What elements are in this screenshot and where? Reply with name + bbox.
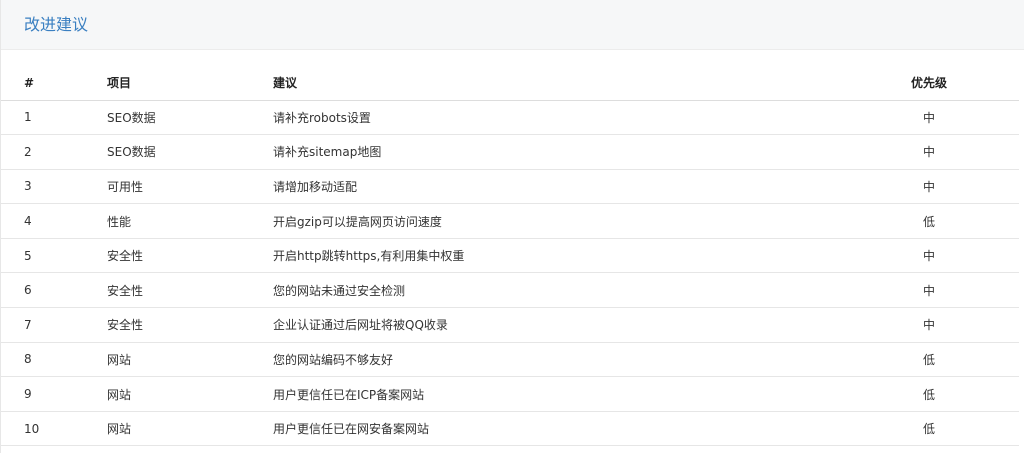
row-item: 网站 [107, 352, 132, 367]
header-priority: 优先级 [843, 66, 1019, 101]
row-num: 5 [24, 248, 32, 263]
row-priority: 低 [923, 352, 936, 367]
row-item: 安全性 [107, 249, 144, 264]
table-header-row: # 项目 建议 优先级 [1, 66, 1019, 101]
suggestions-panel: 改进建议 # 项目 建议 优先级 1 SEO数据 请补充robots设置 中 2… [0, 0, 1024, 453]
header-suggestion: 建议 [273, 66, 843, 101]
row-priority: 中 [923, 110, 936, 125]
table-row: 6 安全性 您的网站未通过安全检测 中 [1, 273, 1019, 308]
row-num: 3 [24, 179, 32, 194]
row-suggestion: 请增加移动适配 [273, 179, 358, 194]
row-num: 2 [24, 144, 32, 159]
row-priority: 低 [923, 422, 936, 437]
row-suggestion: 企业认证通过后网址将被QQ收录 [273, 318, 448, 333]
row-priority: 中 [923, 179, 936, 194]
row-priority: 中 [923, 145, 936, 160]
row-item: 网站 [107, 387, 132, 402]
row-priority: 中 [923, 318, 936, 333]
row-item: 性能 [107, 214, 132, 229]
table-row: 5 安全性 开启http跳转https,有利用集中权重 中 [1, 238, 1019, 273]
row-num: 9 [24, 387, 32, 402]
row-suggestion: 请补充sitemap地图 [273, 145, 382, 160]
header-num: # [1, 66, 107, 101]
panel-heading: 改进建议 [1, 0, 1024, 50]
table-row: 3 可用性 请增加移动适配 中 [1, 169, 1019, 204]
header-item: 项目 [107, 66, 273, 101]
row-item: 可用性 [107, 179, 144, 194]
row-priority: 中 [923, 283, 936, 298]
row-priority: 低 [923, 214, 936, 229]
row-num: 1 [24, 110, 32, 125]
row-item: SEO数据 [107, 145, 156, 160]
row-priority: 低 [923, 387, 936, 402]
row-suggestion: 请补充robots设置 [273, 110, 371, 125]
panel-title: 改进建议 [24, 14, 89, 34]
suggestions-table: # 项目 建议 优先级 1 SEO数据 请补充robots设置 中 2 SEO数… [1, 66, 1019, 446]
row-suggestion: 用户更信任已在网安备案网站 [273, 422, 430, 437]
row-suggestion: 您的网站编码不够友好 [273, 352, 394, 367]
table-row: 2 SEO数据 请补充sitemap地图 中 [1, 135, 1019, 170]
row-num: 10 [24, 421, 40, 436]
row-suggestion: 用户更信任已在ICP备案网站 [273, 387, 425, 402]
row-item: 网站 [107, 422, 132, 437]
table-row: 1 SEO数据 请补充robots设置 中 [1, 100, 1019, 135]
row-suggestion: 开启gzip可以提高网页访问速度 [273, 214, 442, 229]
row-num: 4 [24, 214, 32, 229]
table-row: 8 网站 您的网站编码不够友好 低 [1, 342, 1019, 377]
table-row: 7 安全性 企业认证通过后网址将被QQ收录 中 [1, 308, 1019, 343]
table-row: 4 性能 开启gzip可以提高网页访问速度 低 [1, 204, 1019, 239]
row-item: SEO数据 [107, 110, 156, 125]
row-num: 7 [24, 317, 32, 332]
table-row: 9 网站 用户更信任已在ICP备案网站 低 [1, 377, 1019, 412]
table-row: 10 网站 用户更信任已在网安备案网站 低 [1, 411, 1019, 446]
row-priority: 中 [923, 249, 936, 264]
row-num: 8 [24, 352, 32, 367]
row-item: 安全性 [107, 283, 144, 298]
row-num: 6 [24, 283, 32, 298]
row-item: 安全性 [107, 318, 144, 333]
row-suggestion: 开启http跳转https,有利用集中权重 [273, 249, 465, 264]
row-suggestion: 您的网站未通过安全检测 [273, 283, 406, 298]
